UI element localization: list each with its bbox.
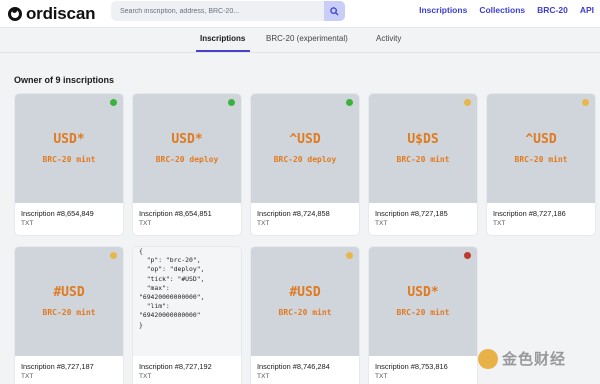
card-tick: #USD: [53, 285, 85, 300]
search-bar: [111, 1, 345, 21]
card-op: BRC-20 mint: [42, 308, 96, 317]
watermark: 金色财经: [478, 348, 566, 369]
tab-activity[interactable]: Activity: [376, 34, 401, 43]
card-title: Inscription #8,727,192: [139, 362, 212, 371]
card-tick: ^USD: [525, 132, 557, 147]
status-dot: [346, 252, 353, 259]
inscription-card[interactable]: USD* BRC-20 mint Inscription #8,753,816 …: [369, 247, 477, 384]
json-line: }: [139, 320, 143, 329]
card-title: Inscription #8,727,187: [21, 362, 94, 371]
inscription-card[interactable]: ^USD BRC-20 mint Inscription #8,727,186 …: [487, 94, 595, 235]
top-header: ordiscan Inscriptions Collections BRC-20…: [0, 0, 600, 28]
card-type: TXT: [375, 373, 388, 380]
json-line: "69420000000000": [139, 311, 201, 320]
card-tick: U$DS: [407, 132, 439, 147]
status-dot: [582, 99, 589, 106]
json-line: "max":: [139, 283, 170, 292]
card-type: TXT: [257, 373, 270, 380]
status-dot: [228, 99, 235, 106]
status-dot: [110, 99, 117, 106]
card-tick: USD*: [53, 132, 85, 147]
json-line: "69420000000000",: [139, 293, 205, 302]
card-tick: USD*: [407, 285, 439, 300]
card-type: TXT: [493, 220, 506, 227]
nav-api[interactable]: API: [580, 5, 594, 15]
card-op: BRC-20 mint: [278, 308, 332, 317]
search-icon: [330, 6, 339, 16]
search-input[interactable]: [111, 1, 323, 21]
card-op: BRC-20 deploy: [273, 155, 337, 164]
watermark-logo-icon: [478, 348, 498, 369]
card-tick: USD*: [171, 132, 203, 147]
card-preview: ^USD BRC-20 mint: [487, 94, 595, 203]
card-title: Inscription #8,654,851: [139, 209, 212, 218]
inscription-card[interactable]: U$DS BRC-20 mint Inscription #8,727,185 …: [369, 94, 477, 235]
card-tick: ^USD: [289, 132, 321, 147]
inscription-card[interactable]: #USD BRC-20 mint Inscription #8,727,187 …: [15, 247, 123, 384]
nav-collections[interactable]: Collections: [479, 5, 525, 15]
card-title: Inscription #8,724,858: [257, 209, 330, 218]
card-type: TXT: [257, 220, 270, 227]
inscription-card[interactable]: #USD BRC-20 mint Inscription #8,746,284 …: [251, 247, 359, 384]
status-dot: [110, 252, 117, 259]
card-title: Inscription #8,727,186: [493, 209, 566, 218]
json-line: "lim":: [139, 302, 170, 311]
card-type: TXT: [21, 220, 34, 227]
nav-inscriptions[interactable]: Inscriptions: [419, 5, 467, 15]
inscription-card[interactable]: USD* BRC-20 deploy Inscription #8,654,85…: [133, 94, 241, 235]
card-preview: #USD BRC-20 mint: [15, 247, 123, 356]
profile-tabs: Inscriptions BRC-20 (experimental) Activ…: [0, 28, 600, 53]
search-button[interactable]: [324, 1, 345, 21]
json-line: "tick": "#USD",: [139, 274, 205, 283]
card-json-preview: { "p": "brc-20", "op": "deploy", "tick":…: [133, 247, 241, 356]
card-tick: #USD: [289, 285, 321, 300]
card-preview: U$DS BRC-20 mint: [369, 94, 477, 203]
json-line: "op": "deploy",: [139, 265, 205, 274]
status-dot: [346, 99, 353, 106]
logo-text: ordiscan: [26, 4, 96, 23]
card-title: Inscription #8,654,849: [21, 209, 94, 218]
json-line: {: [139, 247, 143, 255]
json-line: "p": "brc-20",: [139, 256, 201, 265]
card-type: TXT: [375, 220, 388, 227]
card-op: BRC-20 mint: [396, 155, 450, 164]
card-preview: #USD BRC-20 mint: [251, 247, 359, 356]
card-preview: ^USD BRC-20 deploy: [251, 94, 359, 203]
nav-brc20[interactable]: BRC-20: [537, 5, 568, 15]
inscription-card[interactable]: { "p": "brc-20", "op": "deploy", "tick":…: [133, 247, 241, 384]
card-preview: USD* BRC-20 mint: [15, 94, 123, 203]
status-dot: [464, 99, 471, 106]
tabs-divider: [0, 52, 600, 53]
inscription-card[interactable]: ^USD BRC-20 deploy Inscription #8,724,85…: [251, 94, 359, 235]
json-content: { "p": "brc-20", "op": "deploy", "tick":…: [139, 247, 204, 330]
status-dot: [464, 252, 471, 259]
card-preview: USD* BRC-20 mint: [369, 247, 477, 356]
inscription-card[interactable]: USD* BRC-20 mint Inscription #8,654,849 …: [15, 94, 123, 235]
ordiscan-logo[interactable]: ordiscan: [8, 4, 95, 24]
card-title: Inscription #8,746,284: [257, 362, 330, 371]
logo-icon: [8, 7, 22, 21]
card-type: TXT: [139, 373, 152, 380]
owner-count-heading: Owner of 9 inscriptions: [14, 75, 115, 85]
card-op: BRC-20 deploy: [155, 155, 219, 164]
card-preview: USD* BRC-20 deploy: [133, 94, 241, 203]
main-nav: Inscriptions Collections BRC-20 API: [419, 5, 594, 15]
card-op: BRC-20 mint: [42, 155, 96, 164]
watermark-text: 金色财经: [502, 351, 567, 368]
card-op: BRC-20 mint: [514, 155, 568, 164]
card-type: TXT: [139, 220, 152, 227]
card-title: Inscription #8,727,185: [375, 209, 448, 218]
tab-inscriptions[interactable]: Inscriptions: [200, 34, 245, 43]
card-type: TXT: [21, 373, 34, 380]
card-op: BRC-20 mint: [396, 308, 450, 317]
card-title: Inscription #8,753,816: [375, 362, 448, 371]
tab-brc20[interactable]: BRC-20 (experimental): [266, 34, 348, 43]
